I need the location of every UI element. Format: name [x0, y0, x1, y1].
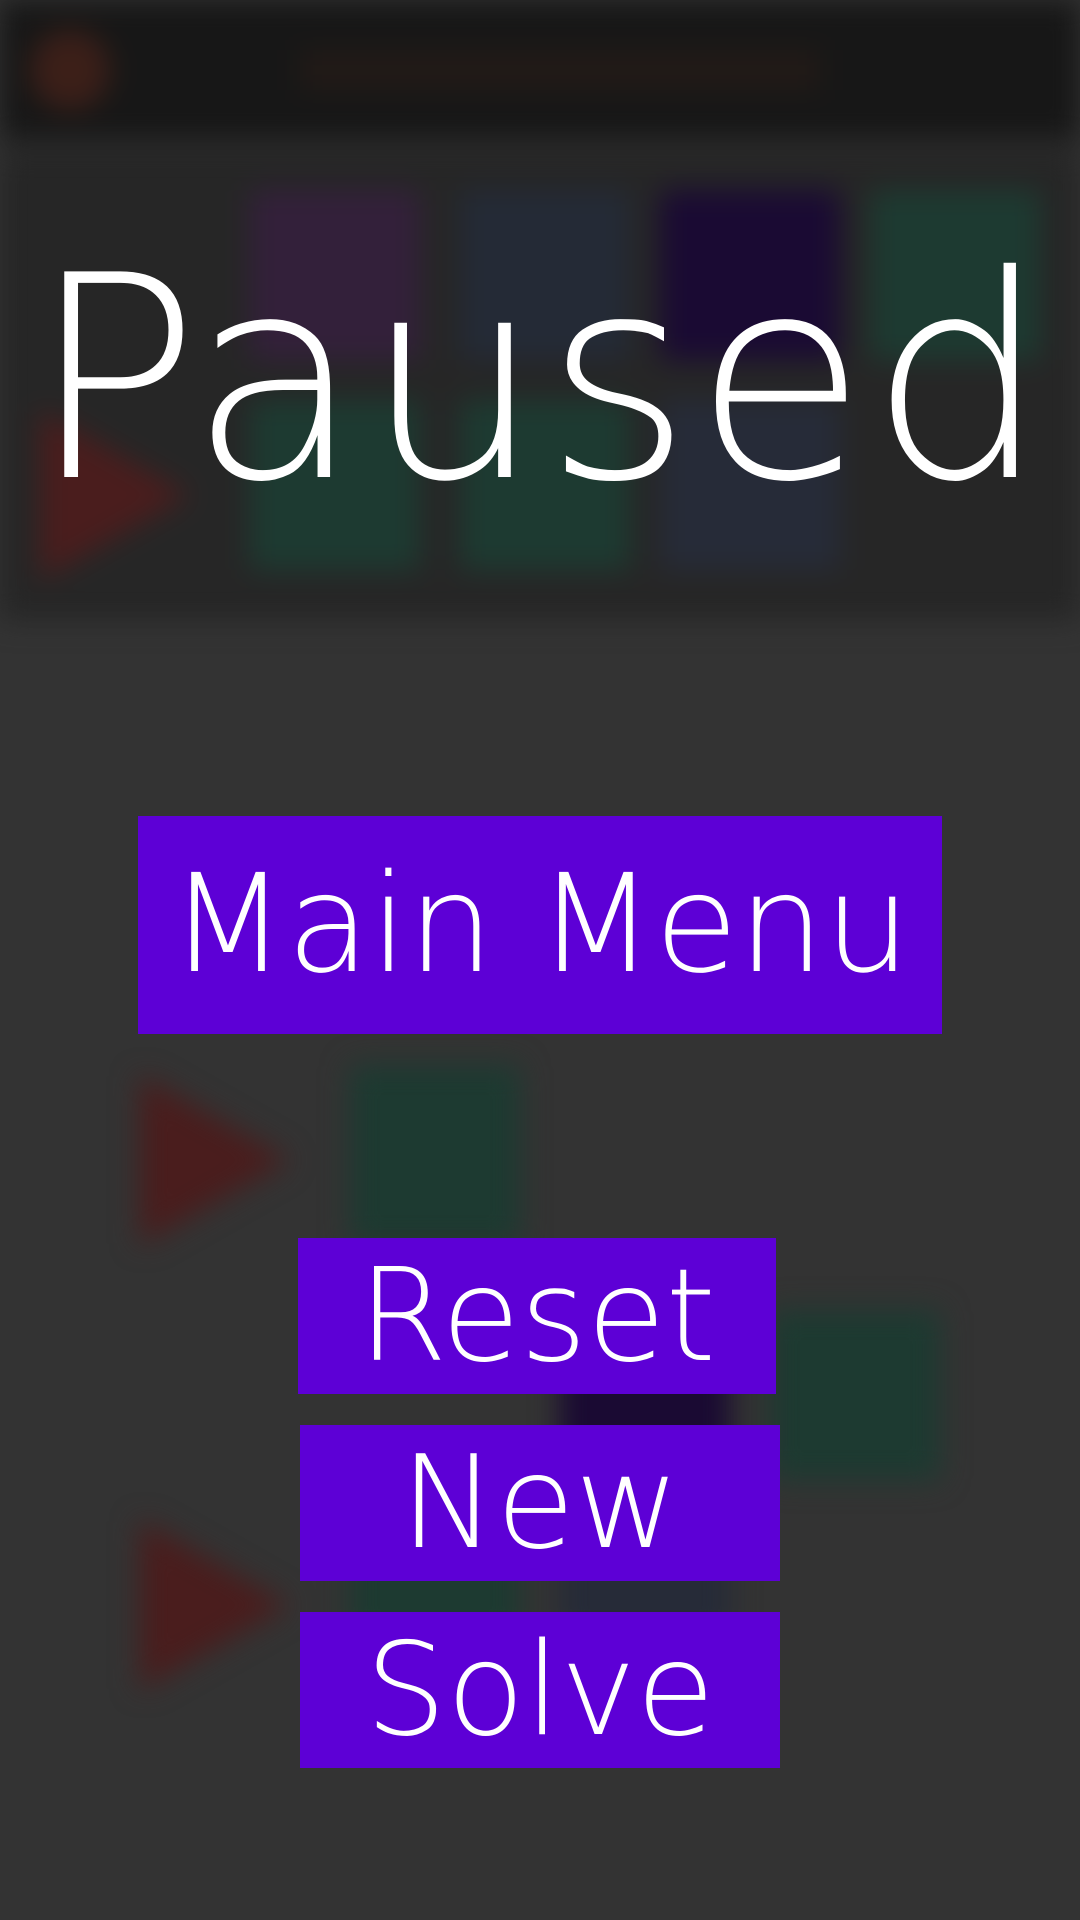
reset-button[interactable]: Reset: [298, 1238, 776, 1394]
arrow-shape: [140, 1075, 290, 1245]
game-top-bar-text: [300, 50, 820, 90]
game-tile: [770, 1310, 940, 1480]
solve-button[interactable]: Solve: [300, 1612, 780, 1768]
record-icon: [30, 30, 110, 110]
main-menu-button[interactable]: Main Menu: [138, 816, 942, 1034]
new-button[interactable]: New: [300, 1425, 780, 1581]
arrow-shape: [140, 1520, 290, 1690]
paused-title: Paused: [29, 215, 1051, 544]
game-tile: [350, 1065, 520, 1245]
